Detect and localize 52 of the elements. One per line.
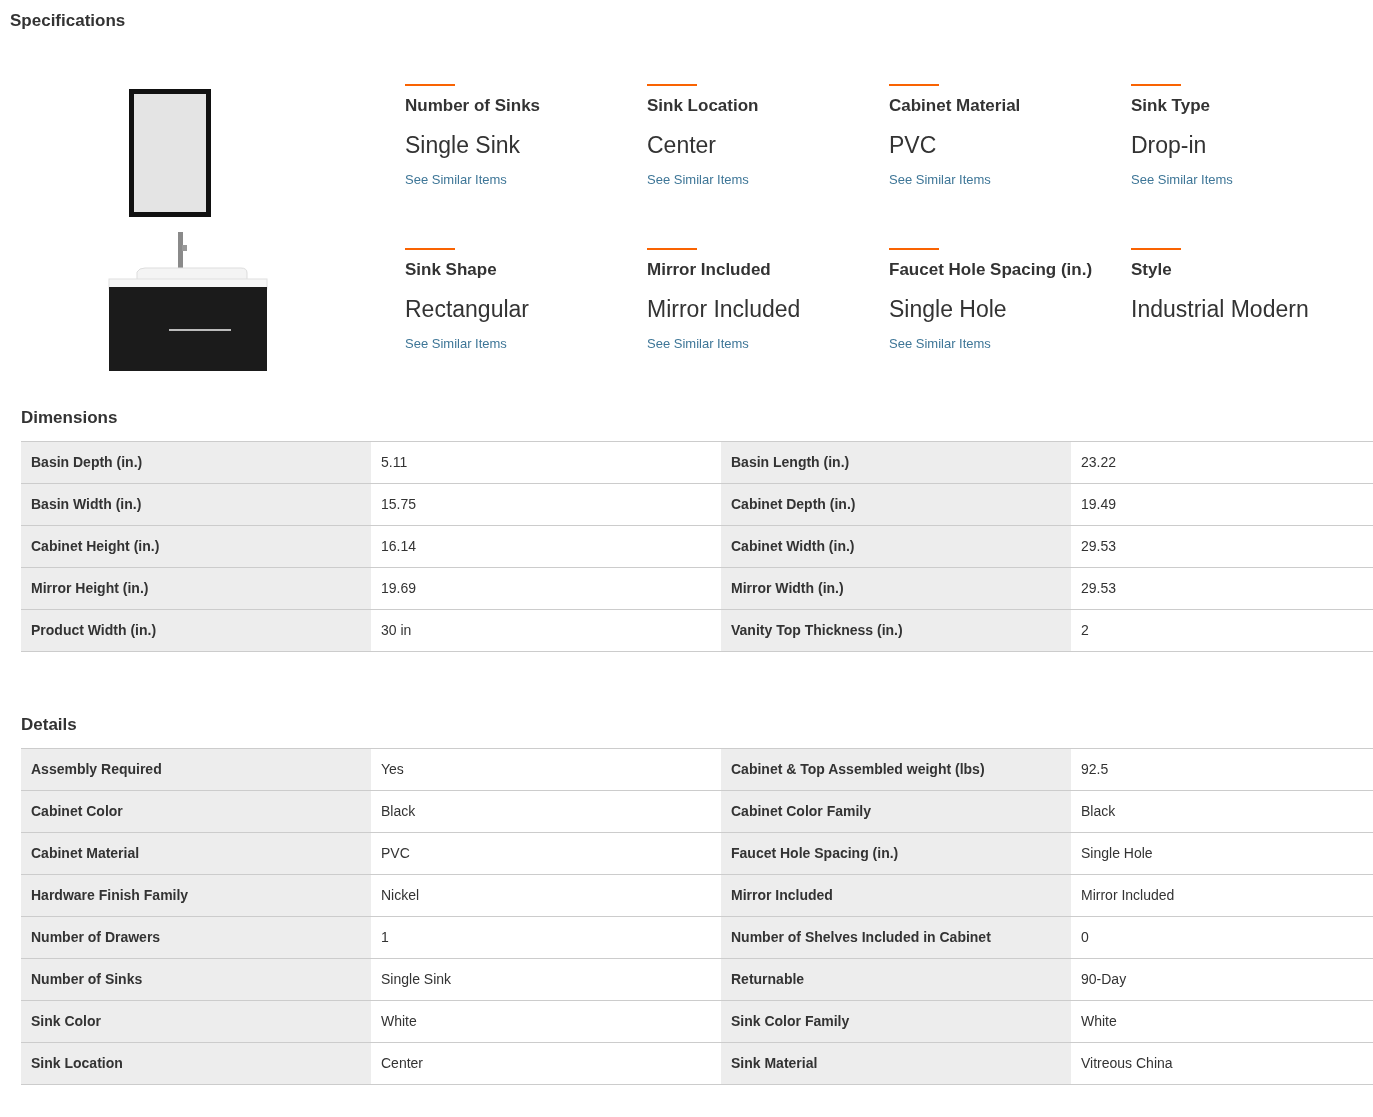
spec-name-cell: Cabinet Width (in.) bbox=[721, 526, 1071, 567]
see-similar-link[interactable]: See Similar Items bbox=[647, 170, 749, 190]
see-similar-link[interactable]: See Similar Items bbox=[405, 334, 507, 354]
spec-name-cell: Cabinet & Top Assembled weight (lbs) bbox=[721, 749, 1071, 790]
spec-name-cell: Sink Material bbox=[721, 1043, 1071, 1084]
spec-name-cell: Cabinet Color Family bbox=[721, 791, 1071, 832]
spec-name-cell: Number of Sinks bbox=[21, 959, 371, 1000]
spec-name-cell: Basin Length (in.) bbox=[721, 442, 1071, 483]
spec-name-cell: Mirror Included bbox=[721, 875, 1071, 916]
spec-name-cell: Basin Width (in.) bbox=[21, 484, 371, 525]
spec-name-cell: Mirror Height (in.) bbox=[21, 568, 371, 609]
see-similar-link[interactable]: See Similar Items bbox=[889, 170, 991, 190]
spec-value: Mirror Included bbox=[647, 295, 801, 324]
spec-name-cell: Number of Drawers bbox=[21, 917, 371, 958]
spec-value: Single Hole bbox=[889, 295, 1007, 324]
spec-name-cell: Cabinet Height (in.) bbox=[21, 526, 371, 567]
spec-label: Style bbox=[1131, 259, 1172, 281]
spec-label: Sink Type bbox=[1131, 95, 1211, 117]
see-similar-link[interactable]: See Similar Items bbox=[405, 170, 507, 190]
table-heading: Dimensions bbox=[21, 407, 118, 429]
see-similar-link[interactable]: See Similar Items bbox=[889, 334, 991, 354]
spec-name-cell: Sink Color bbox=[21, 1001, 371, 1042]
table-heading: Details bbox=[21, 714, 77, 736]
spec-value: Single Sink bbox=[405, 131, 521, 160]
spec-name-cell: Sink Color Family bbox=[721, 1001, 1071, 1042]
spec-label: Mirror Included bbox=[647, 259, 771, 281]
spec-label: Sink Location bbox=[647, 95, 759, 117]
section-title: Specifications bbox=[9, 10, 126, 32]
spec-label: Sink Shape bbox=[405, 259, 497, 281]
spec-value: Center bbox=[647, 131, 717, 160]
spec-name-cell: Vanity Top Thickness (in.) bbox=[721, 610, 1071, 651]
spec-label: Number of Sinks bbox=[405, 95, 541, 117]
spec-name-cell: Number of Shelves Included in Cabinet bbox=[721, 917, 1071, 958]
spec-value: Drop-in bbox=[1131, 131, 1207, 160]
spec-name-cell: Cabinet Material bbox=[21, 833, 371, 874]
spec-value: Rectangular bbox=[405, 295, 530, 324]
spec-name-cell: Sink Location bbox=[21, 1043, 371, 1084]
spec-name-cell: Returnable bbox=[721, 959, 1071, 1000]
spec-value: Industrial Modern bbox=[1131, 295, 1309, 324]
spec-name-cell: Faucet Hole Spacing (in.) bbox=[721, 833, 1071, 874]
spec-name-cell: Cabinet Depth (in.) bbox=[721, 484, 1071, 525]
spec-name-cell: Assembly Required bbox=[21, 749, 371, 790]
see-similar-link[interactable]: See Similar Items bbox=[1131, 170, 1233, 190]
spec-name-cell: Cabinet Color bbox=[21, 791, 371, 832]
spec-name-cell: Hardware Finish Family bbox=[21, 875, 371, 916]
spec-label: Faucet Hole Spacing (in.) bbox=[889, 259, 1093, 281]
spec-value: PVC bbox=[889, 131, 937, 160]
spec-name-cell: Mirror Width (in.) bbox=[721, 568, 1071, 609]
spec-name-cell: Basin Depth (in.) bbox=[21, 442, 371, 483]
spec-label: Cabinet Material bbox=[889, 95, 1021, 117]
spec-name-cell: Product Width (in.) bbox=[21, 610, 371, 651]
see-similar-link[interactable]: See Similar Items bbox=[647, 334, 749, 354]
